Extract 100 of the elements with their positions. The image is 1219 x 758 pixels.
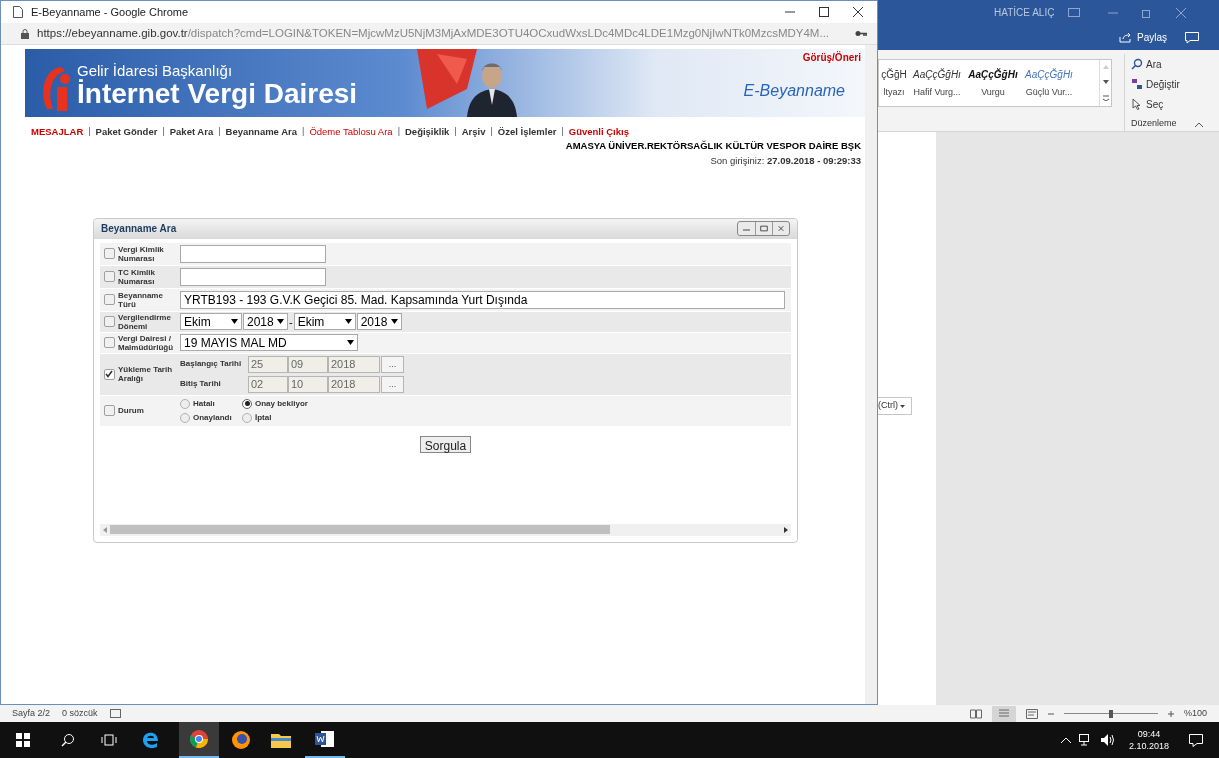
zoom-slider[interactable] [1063, 708, 1158, 719]
collapse-ribbon-icon[interactable] [1195, 122, 1203, 127]
page-count: Sayfa 2/2 [12, 706, 51, 720]
group-label: Düzenleme [1131, 117, 1178, 130]
close-icon[interactable] [853, 7, 863, 17]
checkbox[interactable] [103, 294, 115, 306]
browser-e-icon[interactable] [141, 730, 161, 750]
field-label: Beyanname Türü [118, 290, 164, 309]
input-field[interactable] [180, 267, 326, 286]
date-field[interactable]: 09 [288, 355, 328, 373]
editing-command[interactable]: Değiştir [1131, 74, 1184, 94]
volume-icon[interactable] [1100, 734, 1115, 746]
read-mode-icon[interactable] [969, 708, 982, 719]
word-document-icon[interactable] [315, 730, 335, 748]
style-name[interactable]: ltyazı [883, 85, 905, 100]
nav-link[interactable]: Özel İşlemler [497, 125, 557, 140]
nav-link[interactable]: MESAJLAR [31, 125, 84, 140]
ribbon-display-icon[interactable] [1068, 8, 1081, 17]
gallery-down-icon[interactable] [1102, 80, 1109, 84]
date-field[interactable]: 2018 [328, 355, 380, 373]
nav-link[interactable]: Ödeme Tablosu Ara [309, 125, 393, 140]
checkbox[interactable] [103, 337, 115, 349]
date-field[interactable]: 25 [248, 355, 288, 373]
user-organization: AMASYA ÜNİVER.REKTÖRSAĞLIK KÜLTÜR VESPOR DAİRE BŞK [565, 139, 861, 154]
radio-button[interactable] [180, 412, 190, 423]
dropdown[interactable]: 19 MAYIS MAL MD [180, 334, 358, 352]
field-label: Durum [118, 406, 145, 416]
dropdown[interactable]: 2018 [356, 313, 402, 331]
product-title: E-Beyanname [743, 81, 845, 101]
field-label: Vergilendirme Dönemi [118, 312, 172, 331]
nav-link[interactable]: Paket Ara [169, 125, 214, 140]
dropdown-arrow-icon [347, 340, 354, 346]
dropdown[interactable]: 2018 [243, 313, 288, 331]
style-name[interactable]: Hafif Vurg... [913, 85, 961, 100]
checkbox[interactable] [103, 405, 115, 417]
notification-icon[interactable] [1189, 733, 1203, 747]
style-name[interactable]: Güçlü Vur... [1025, 85, 1073, 100]
search-button[interactable]: Sorgula [419, 435, 472, 453]
zoom-in-icon[interactable] [1167, 710, 1174, 717]
checkbox[interactable] [103, 316, 115, 328]
separator: | [490, 125, 493, 139]
dropdown[interactable]: Ekim [293, 313, 356, 331]
style-preview[interactable]: AaÇçĞğHı [913, 66, 961, 82]
radio-label: Hatalı [193, 397, 215, 410]
date-picker-button[interactable]: ... [381, 355, 404, 373]
input-field[interactable]: YRTB193 - 193 G.V.K Geçici 85. Mad. Kapsamında Yurt Dışında [180, 290, 785, 309]
panel-title: Beyanname Ara [101, 222, 177, 237]
nav-link[interactable]: Arşiv [461, 125, 486, 140]
page-icon [13, 6, 23, 18]
share-button[interactable]: Paylaş [1119, 30, 1167, 45]
folder-icon[interactable] [271, 732, 291, 748]
radio-label: Onaylandı [193, 411, 232, 424]
dropdown-arrow-icon [231, 319, 238, 325]
nav-link[interactable]: Güvenli Çıkış [568, 125, 629, 140]
separator: | [162, 125, 165, 139]
date-field[interactable]: 10 [288, 375, 328, 393]
chrome-icon[interactable] [189, 729, 209, 749]
share-icon [1119, 32, 1132, 43]
chevron-up-icon[interactable] [1060, 737, 1071, 743]
window-title: E-Beyanname - Google Chrome [31, 4, 189, 20]
vertical-scrollbar[interactable] [865, 45, 877, 704]
style-preview[interactable]: AaÇçĞğHı [1025, 66, 1073, 82]
style-preview[interactable]: AaÇçĞğHı [968, 66, 1018, 82]
zoom-out-icon[interactable] [1047, 710, 1054, 717]
separator: | [88, 125, 91, 139]
caret-icon [900, 404, 905, 408]
search-icon[interactable] [61, 733, 75, 747]
radio-button[interactable] [180, 398, 190, 409]
separator: | [454, 125, 457, 139]
checkbox[interactable] [103, 248, 115, 260]
task-view-icon[interactable] [101, 734, 117, 746]
date-field[interactable]: 2018 [328, 375, 380, 393]
date-picker-button[interactable]: ... [381, 375, 404, 393]
proofing-icon [109, 709, 121, 718]
radio-button[interactable] [242, 412, 252, 423]
horizontal-scrollbar[interactable] [100, 523, 791, 536]
feedback-link[interactable]: Görüş/Öneri [802, 50, 861, 65]
windows-start-icon[interactable] [16, 733, 30, 747]
input-field[interactable] [180, 244, 326, 263]
radio-button[interactable] [242, 398, 252, 409]
restore-icon[interactable] [1142, 7, 1153, 18]
dropdown[interactable]: Ekim [180, 313, 242, 331]
editing-command[interactable]: Ara [1131, 54, 1184, 74]
zoom-slider-thumb[interactable] [1108, 709, 1113, 718]
gallery-more-icon[interactable] [1102, 94, 1109, 101]
paste-options-button[interactable]: (Ctrl) [876, 397, 912, 415]
date-field[interactable]: 02 [248, 375, 288, 393]
nav-link[interactable]: Değişiklik [405, 125, 450, 140]
nav-link[interactable]: Paket Gönder [95, 125, 158, 140]
style-name[interactable]: Vurgu [981, 85, 1005, 100]
style-preview[interactable]: çĞğH [881, 66, 907, 82]
web-layout-icon[interactable] [1025, 708, 1038, 719]
editing-command[interactable]: Seç [1131, 94, 1184, 114]
org-name: Gelir İdaresi Başkanlığı [77, 63, 234, 78]
print-layout-icon[interactable] [991, 705, 1016, 722]
checkbox[interactable] [103, 368, 115, 380]
nav-link[interactable]: Beyanname Ara [225, 125, 298, 140]
comment-icon[interactable] [1185, 31, 1199, 44]
checkbox[interactable] [103, 271, 115, 283]
maximize-icon[interactable] [819, 7, 829, 17]
